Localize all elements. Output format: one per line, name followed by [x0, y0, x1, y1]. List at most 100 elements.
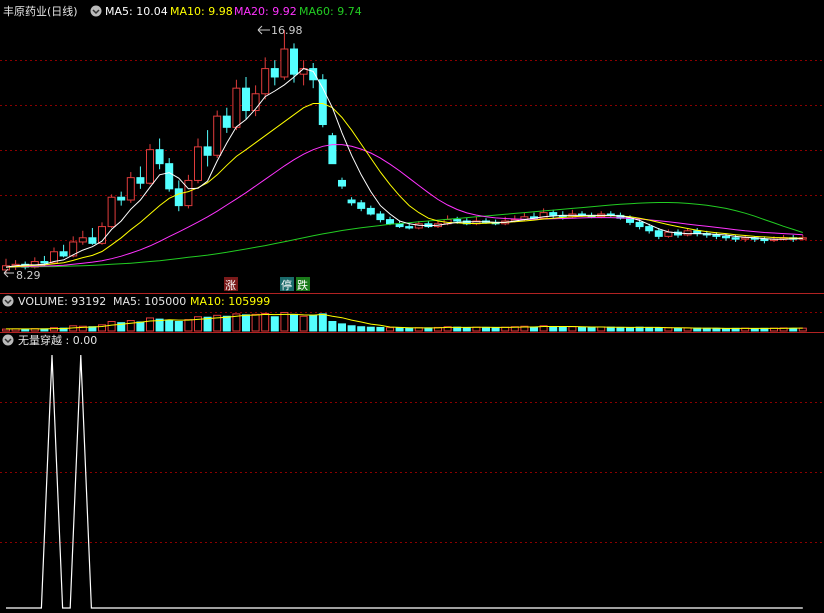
volume-bar [702, 327, 711, 332]
ma10-line [5, 103, 803, 268]
indicator-series-line [6, 354, 803, 609]
ma5-value: MA5: 10.04 [105, 5, 168, 18]
die-tag: 跌 [297, 278, 308, 292]
volume-bar [654, 327, 663, 332]
volume-bar [251, 313, 260, 332]
candle-body [155, 149, 164, 165]
volume-bar [318, 313, 327, 332]
volume-bar [338, 323, 346, 332]
volume-ma-line [6, 313, 803, 330]
volume-bar [126, 320, 135, 332]
candle-body [280, 48, 289, 78]
volume-bar [165, 319, 174, 332]
volume-bar [386, 327, 394, 332]
candle-body [213, 115, 222, 156]
ma10-value: MA10: 9.98 [170, 5, 233, 18]
volume-bar [597, 326, 606, 332]
candle-body [453, 219, 462, 222]
candle-body [386, 219, 394, 225]
volume-bar [626, 327, 634, 332]
candle-body [366, 207, 375, 215]
high-marker-arrow [257, 25, 270, 35]
volume-bar [472, 326, 481, 332]
candle-body [328, 135, 337, 165]
candle-body [261, 68, 270, 95]
candle-body [174, 188, 183, 207]
high-price-label: 16.98 [271, 24, 303, 37]
volume-value: VOLUME: 93192 [18, 295, 106, 308]
moving-average-lines [5, 68, 803, 268]
candle-body [376, 213, 385, 221]
volume-bar [366, 326, 375, 332]
stock-title: 丰原药业(日线) [3, 4, 78, 18]
candle-body [203, 146, 212, 156]
volume-bar [482, 326, 490, 332]
candle-body [664, 231, 673, 237]
volume-bar [222, 315, 231, 332]
candle-body [59, 251, 68, 257]
volume-bar [299, 315, 308, 332]
volume-bar [674, 327, 682, 332]
volume-bar [357, 326, 366, 332]
volume-bar [136, 321, 145, 332]
volume-bar [568, 326, 577, 332]
candle-body [78, 237, 87, 243]
candle-body [146, 149, 154, 184]
volume-bar [549, 325, 558, 332]
ma5-line [5, 68, 803, 268]
volume-bar [722, 328, 730, 332]
ting-tag: 停 [281, 278, 292, 292]
volume-bar [750, 328, 759, 332]
candle-body [760, 238, 769, 242]
candle-body [126, 177, 135, 201]
volume-bar [789, 327, 798, 332]
volume-bar [309, 314, 318, 332]
candle-body [645, 226, 654, 232]
low-price-label: 8.29 [16, 269, 41, 282]
volume-ma10-value: MA10: 105999 [190, 295, 270, 308]
volume-bar [347, 325, 356, 332]
candle-body [722, 235, 730, 239]
volume-bar [280, 311, 289, 332]
candle-body [40, 261, 49, 264]
candle-body [741, 237, 750, 240]
volume-bar [578, 326, 586, 332]
volume-ma-lines [6, 313, 803, 330]
candle-body [165, 163, 174, 190]
indicator-line [6, 354, 803, 609]
indicator-toggle-icon[interactable] [2, 334, 14, 346]
candle-body [194, 146, 202, 181]
volume-bar [184, 319, 193, 332]
volume-toggle-icon[interactable] [2, 295, 14, 307]
stock-chart-canvas[interactable]: 丰原药业(日线) MA5: 10.04 MA10: 9.98 MA20: 9.9… [0, 0, 824, 613]
volume-bar [146, 317, 154, 332]
volume-bar [270, 316, 279, 332]
volume-bar [530, 326, 538, 332]
candle-body [357, 202, 366, 209]
volume-bar [376, 326, 385, 332]
candle-body [270, 68, 279, 78]
ma60-value: MA60: 9.74 [299, 5, 362, 18]
ma20-value: MA20: 9.92 [234, 5, 297, 18]
candle-body [683, 230, 692, 236]
volume-bar [616, 326, 625, 332]
ma20-line [5, 144, 803, 268]
volume-bar [328, 321, 337, 332]
volume-bar [587, 326, 596, 332]
volume-bar [290, 313, 298, 332]
candle-body [635, 221, 644, 228]
candle-body [136, 177, 145, 184]
volume-bar [712, 327, 721, 332]
volume-bar [261, 312, 270, 332]
volume-bar [174, 321, 183, 332]
candle-body [117, 196, 126, 201]
candle-body [731, 237, 740, 240]
candle-body [88, 237, 97, 244]
candle-body [654, 230, 663, 237]
zhang-tag: 涨 [225, 279, 236, 292]
volume-bar [462, 327, 471, 332]
ma-toggle-icon[interactable] [90, 5, 102, 17]
candle-body [222, 115, 231, 128]
candle-body [347, 199, 356, 204]
volume-bar [491, 327, 500, 332]
